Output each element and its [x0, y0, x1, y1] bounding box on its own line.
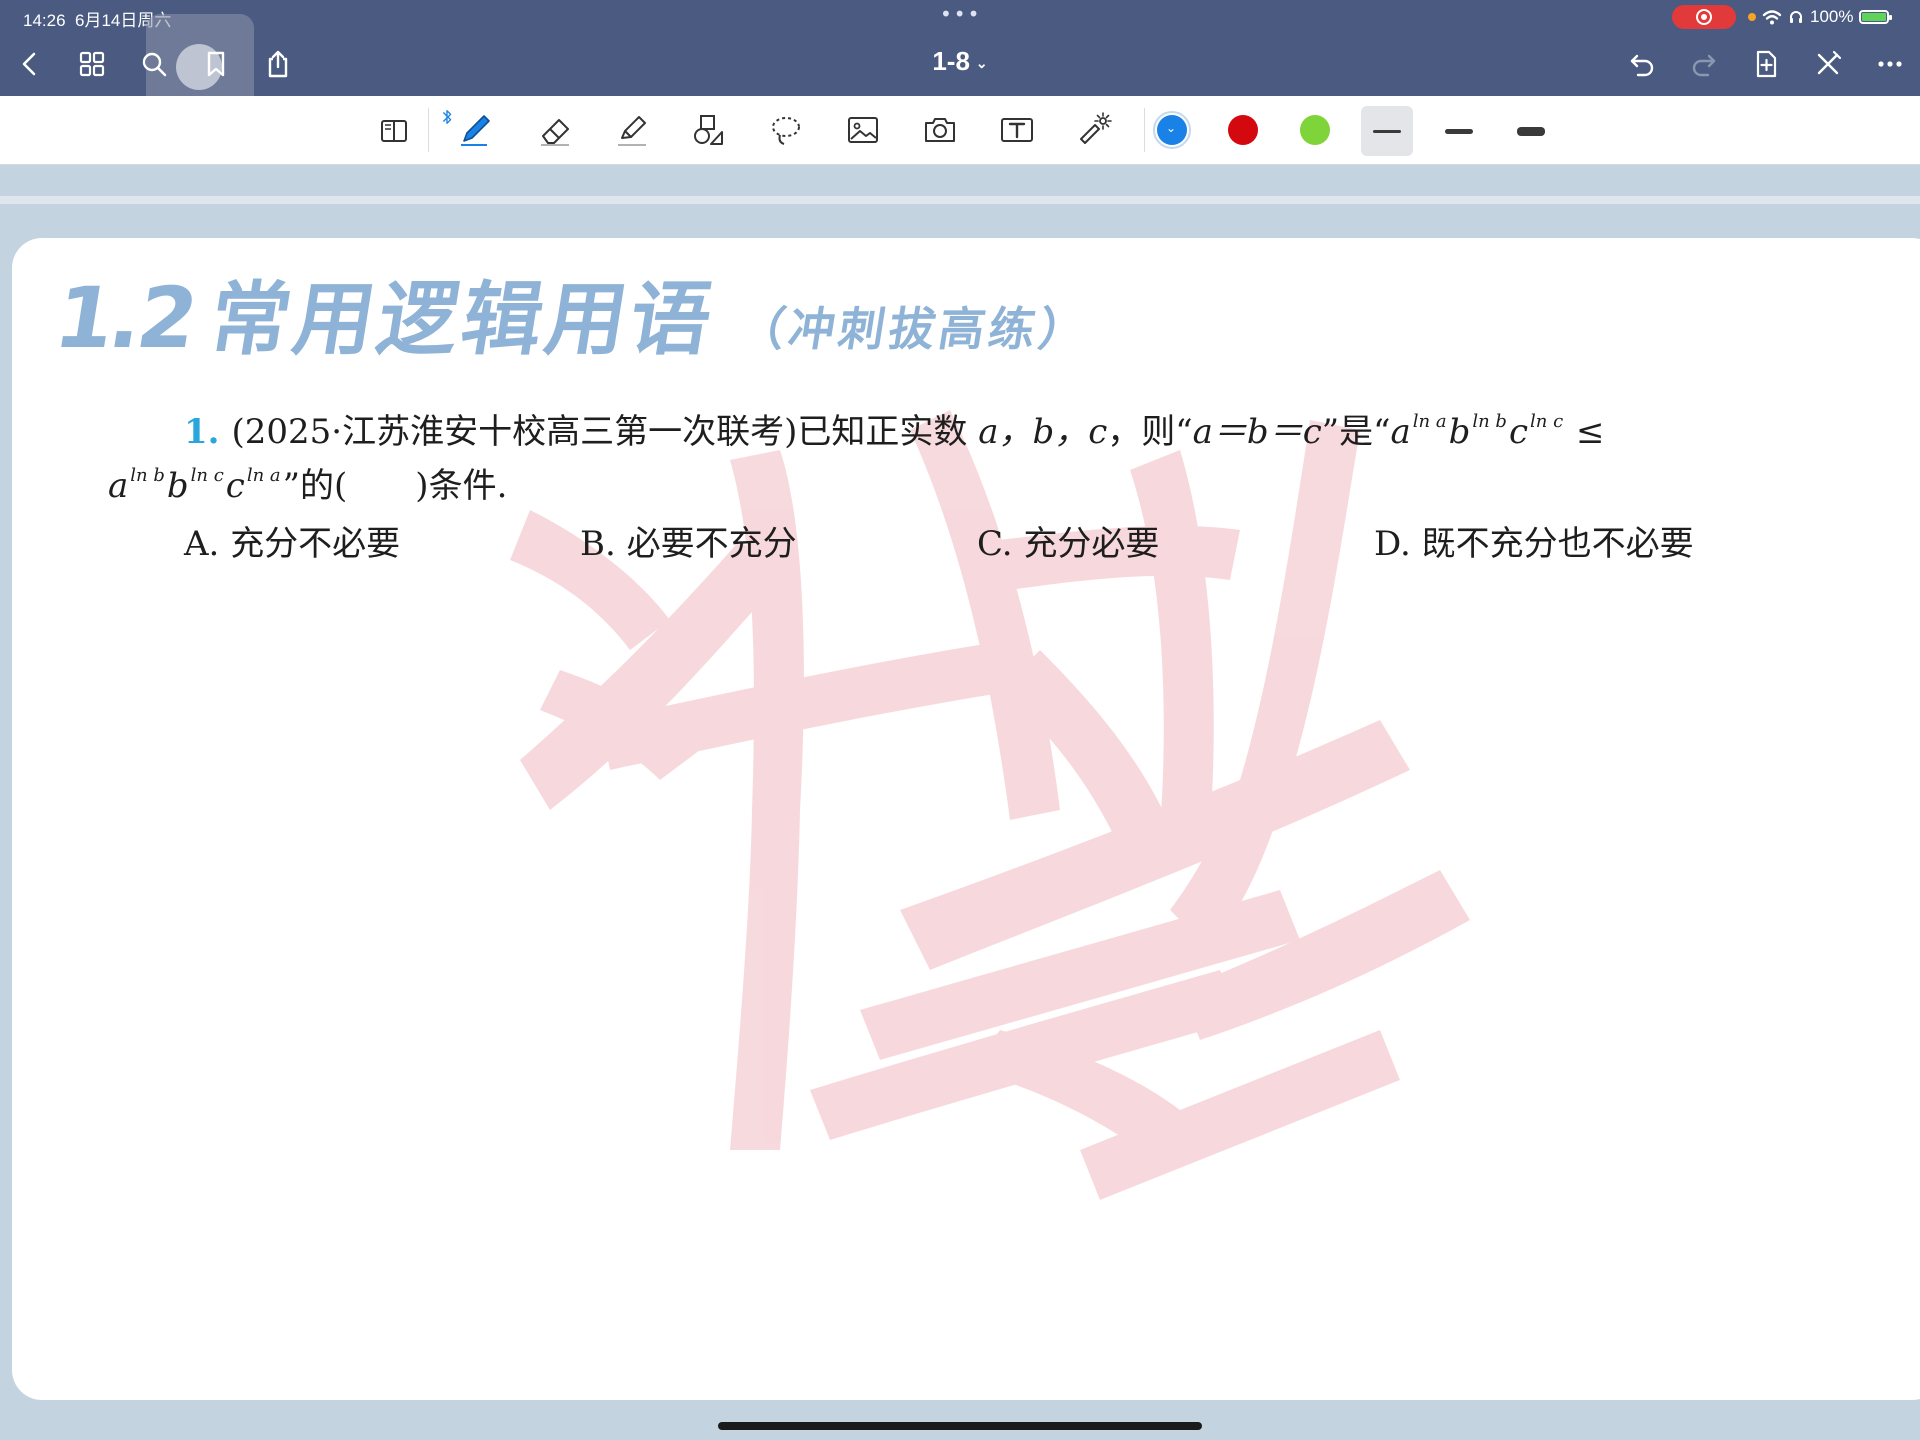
expr-exponent: ln a: [1412, 411, 1447, 432]
pen-icon[interactable]: [453, 108, 497, 152]
question-line-1: 1. (2025·江苏淮安十校高三第一次联考)已知正实数 a，b，c，则“a＝b＝…: [184, 404, 1604, 453]
expr-exponent: ln c: [190, 465, 224, 486]
option-c[interactable]: C. 充分必要: [977, 516, 1159, 565]
battery-percentage: 100%: [1810, 7, 1854, 26]
multitasking-dots[interactable]: •••: [940, 2, 981, 26]
expr-base: b: [166, 466, 189, 506]
expr-exponent: ln c: [1530, 411, 1564, 432]
question-equality: a＝b＝c: [1192, 412, 1322, 452]
grid-icon[interactable]: [72, 44, 112, 84]
text-icon[interactable]: [995, 108, 1039, 152]
record-icon: [1696, 9, 1712, 25]
expr-base: a: [1390, 412, 1411, 452]
question-variables: a，b，c: [978, 412, 1108, 452]
question-line-2: a ln bb ln cc ln a”的( )条件.: [108, 458, 507, 507]
expr-exponent: ln b: [1472, 411, 1507, 432]
highlighter-icon[interactable]: [610, 108, 654, 152]
annotation-toolbar: ⌄: [0, 96, 1920, 165]
expr-base: c: [225, 466, 245, 506]
color-swatch-red[interactable]: [1228, 115, 1258, 145]
color-swatch-blue[interactable]: ⌄: [1153, 111, 1191, 149]
back-icon[interactable]: [10, 44, 50, 84]
option-text: 既不充分也不必要: [1421, 524, 1694, 564]
add-page-icon[interactable]: [1746, 44, 1786, 84]
camera-icon[interactable]: [918, 108, 962, 152]
screen-recording-indicator[interactable]: [1672, 5, 1736, 29]
expr-exponent: ln b: [130, 465, 165, 486]
option-label: D.: [1374, 524, 1411, 564]
section-subtitle: （冲刺拔高练）: [734, 302, 1094, 356]
undo-icon[interactable]: [1622, 44, 1662, 84]
question-blank: ”的( )条件.: [282, 466, 508, 506]
battery-charging-icon: [1859, 10, 1893, 24]
redo-icon[interactable]: [1684, 44, 1724, 84]
page-selector[interactable]: 1-8 ⌄: [900, 46, 1020, 77]
option-d[interactable]: D. 既不充分也不必要: [1374, 516, 1694, 565]
laser-pointer-icon[interactable]: [1072, 108, 1116, 152]
close-tools-icon[interactable]: [1808, 44, 1848, 84]
option-label: C.: [977, 524, 1013, 564]
option-text: 充分不必要: [230, 524, 401, 564]
option-a[interactable]: A. 充分不必要: [184, 516, 400, 565]
stroke-thick-option[interactable]: [1505, 106, 1557, 156]
home-indicator[interactable]: [718, 1422, 1202, 1430]
search-icon[interactable]: [134, 44, 174, 84]
question-source: (2025·江苏淮安十校高三第一次联考)已知正实数: [231, 412, 968, 452]
read-mode-icon[interactable]: [372, 108, 416, 152]
expr-base: c: [1508, 412, 1528, 452]
option-label: A.: [184, 524, 220, 564]
wifi-icon: [1762, 10, 1782, 25]
checkmark-icon: ⌄: [1166, 121, 1177, 135]
option-text: 充分必要: [1023, 524, 1160, 564]
leq-symbol: ≤: [1575, 412, 1605, 452]
image-icon[interactable]: [841, 108, 885, 152]
stroke-thin-option[interactable]: [1361, 106, 1413, 156]
headphones-icon: [1790, 11, 1802, 23]
top-navigation-bar: 14:26 6月14日周六 ••• 100% 1-8 ⌄: [0, 0, 1920, 120]
section-title: 常用逻辑用语: [203, 273, 722, 366]
option-text: 必要不充分: [626, 524, 797, 564]
option-label: B.: [580, 524, 616, 564]
more-icon[interactable]: [1870, 44, 1910, 84]
stroke-medium-option[interactable]: [1433, 106, 1485, 156]
status-indicators: 100%: [1748, 6, 1893, 28]
option-b[interactable]: B. 必要不充分: [580, 516, 797, 565]
share-icon[interactable]: [258, 44, 298, 84]
expr-base: b: [1448, 412, 1471, 452]
question-is: ”是“: [1321, 412, 1391, 452]
mic-in-use-dot: [1748, 13, 1756, 21]
expr-base: a: [108, 466, 129, 506]
expr-exponent: ln a: [246, 465, 281, 486]
section-heading: 1.2 常用逻辑用语 （冲刺拔高练）: [48, 250, 1101, 367]
section-number: 1.2: [48, 269, 201, 367]
question-then: ，则“: [1107, 412, 1193, 452]
shapes-icon[interactable]: [687, 108, 731, 152]
bookmark-icon[interactable]: [196, 44, 236, 84]
eraser-icon[interactable]: [533, 108, 577, 152]
chevron-down-icon: ⌄: [975, 54, 988, 71]
lasso-icon[interactable]: [764, 108, 808, 152]
color-swatch-green[interactable]: [1300, 115, 1330, 145]
page-divider: [0, 196, 1920, 204]
question-number: 1.: [184, 412, 220, 452]
page-label: 1-8: [932, 46, 970, 76]
